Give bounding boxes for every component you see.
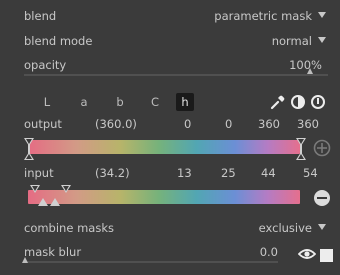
tab-b[interactable]: b — [111, 93, 129, 111]
output-gradient-slider[interactable] — [28, 140, 300, 154]
mask-blur-slider-marker[interactable] — [22, 257, 28, 263]
remove-circle-icon[interactable] — [313, 189, 331, 207]
input-marker-2[interactable] — [38, 198, 48, 206]
tab-h[interactable]: h — [176, 93, 194, 111]
opacity-slider-marker[interactable] — [307, 68, 313, 74]
tab-L[interactable]: L — [38, 93, 56, 111]
input-marker-1[interactable] — [30, 185, 40, 193]
input-marker-3[interactable] — [50, 198, 60, 206]
blend-mode-label: blend mode — [24, 34, 93, 48]
output-picked-value: (360.0) — [95, 117, 137, 131]
invert-polarity-icon[interactable] — [290, 94, 306, 110]
reset-icon[interactable] — [310, 94, 326, 110]
blend-mode-value: normal — [271, 34, 312, 48]
output-value-3: 360 — [258, 117, 280, 131]
blend-label: blend — [24, 9, 57, 23]
blend-value: parametric mask — [214, 9, 312, 23]
mask-blur-label: mask blur — [24, 245, 82, 259]
input-value-4: 54 — [303, 166, 318, 180]
combine-masks-value: exclusive — [258, 221, 312, 235]
input-value-3: 44 — [261, 166, 276, 180]
opacity-label: opacity — [24, 58, 67, 72]
chevron-down-icon — [318, 12, 326, 18]
output-value-4: 360 — [297, 117, 319, 131]
output-value-2: 0 — [225, 117, 233, 131]
input-value-1: 13 — [177, 166, 192, 180]
mask-blur-slider-track[interactable] — [24, 261, 278, 263]
blend-mode-combobox[interactable]: blend mode normal — [24, 34, 328, 52]
blend-combobox[interactable]: blend parametric mask — [24, 9, 328, 27]
opacity-slider-track[interactable] — [24, 74, 328, 76]
combine-masks-combobox[interactable]: combine masks exclusive — [24, 221, 328, 239]
input-value-2: 25 — [221, 166, 236, 180]
output-label: output — [24, 117, 62, 131]
output-marker-2[interactable] — [24, 152, 34, 160]
input-marker-4[interactable] — [61, 185, 71, 193]
mask-blur-value: 0.0 — [259, 245, 278, 259]
color-picker-icon[interactable] — [270, 94, 286, 110]
chevron-down-icon — [318, 224, 326, 230]
input-picked-value: (34.2) — [95, 166, 130, 180]
tab-a[interactable]: a — [75, 93, 93, 111]
eye-icon[interactable] — [298, 247, 316, 261]
chevron-down-icon — [318, 37, 326, 43]
add-circle-icon[interactable] — [313, 139, 331, 157]
output-value-1: 0 — [184, 117, 192, 131]
mask-display-icon[interactable] — [320, 249, 333, 262]
tab-C[interactable]: C — [146, 93, 164, 111]
input-label: input — [24, 166, 54, 180]
opacity-value: 100% — [289, 58, 322, 72]
output-marker-4[interactable] — [296, 152, 306, 160]
combine-masks-label: combine masks — [24, 221, 114, 235]
